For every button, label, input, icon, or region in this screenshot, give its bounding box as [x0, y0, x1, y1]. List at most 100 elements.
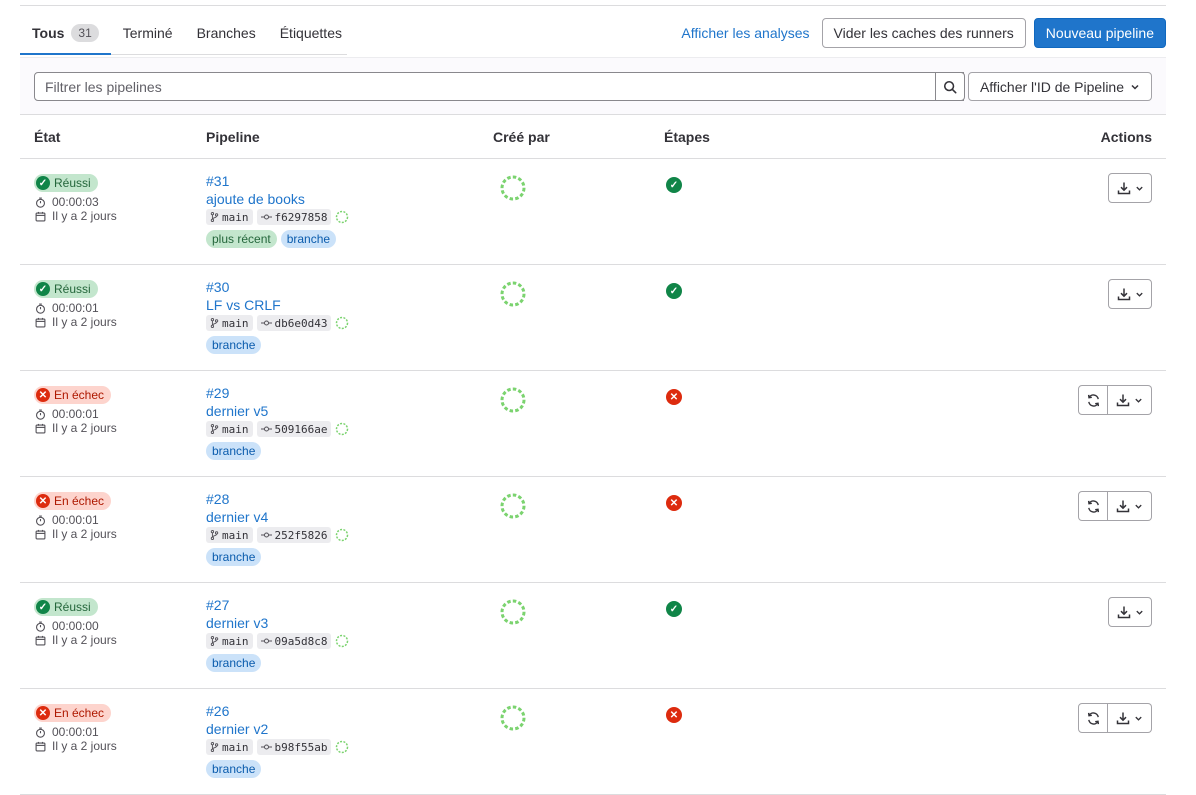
calendar-icon: [35, 529, 46, 539]
stage-status-icon[interactable]: ✕: [666, 707, 682, 723]
branch-ref[interactable]: main: [206, 527, 253, 543]
commit-ref[interactable]: 09a5d8c8: [256, 633, 332, 649]
timer-icon: [36, 515, 45, 526]
pipeline-title-link[interactable]: dernier v2: [206, 721, 268, 737]
creator-avatar[interactable]: [498, 597, 528, 627]
branch-icon: [210, 742, 219, 752]
creator-avatar[interactable]: [498, 385, 528, 415]
pipeline-tags: branche: [206, 548, 262, 566]
calendar-icon: [35, 741, 46, 751]
status-badge[interactable]: ✓ Réussi: [34, 598, 98, 616]
download-artifacts-dropdown[interactable]: [1108, 385, 1152, 415]
commit-ref[interactable]: 509166ae: [256, 421, 332, 437]
finished-value: Il y a 2 jours: [52, 633, 117, 647]
tab-finished[interactable]: Terminé: [111, 12, 185, 54]
pipeline-id-dropdown[interactable]: Afficher l'ID de Pipeline: [967, 72, 1152, 101]
pipeline-id-link[interactable]: #31: [206, 173, 229, 189]
branch-ref[interactable]: main: [206, 209, 253, 225]
commit-icon: [260, 638, 272, 644]
download-artifacts-dropdown[interactable]: [1108, 279, 1152, 309]
pipeline-id-link[interactable]: #30: [206, 279, 229, 295]
commit-author-avatar-icon[interactable]: [335, 316, 349, 330]
timer-icon: [36, 727, 45, 738]
status-badge[interactable]: ✕ En échec: [34, 704, 112, 722]
duration: 00:00:01: [35, 407, 99, 421]
new-pipeline-button[interactable]: Nouveau pipeline: [1033, 18, 1166, 48]
commit-sha: f6297858: [274, 210, 328, 224]
duration-value: 00:00:03: [52, 195, 99, 209]
commit-sha: 09a5d8c8: [274, 634, 328, 648]
download-artifacts-dropdown[interactable]: [1108, 173, 1152, 203]
stage-status-icon[interactable]: ✓: [666, 177, 682, 193]
clear-runner-caches-button[interactable]: Vider les caches des runners: [821, 18, 1026, 48]
pipeline-id-link[interactable]: #27: [206, 597, 229, 613]
creator-avatar[interactable]: [498, 279, 528, 309]
duration-value: 00:00:00: [52, 619, 99, 633]
pipeline-title-link[interactable]: dernier v4: [206, 509, 268, 525]
retry-button[interactable]: [1078, 703, 1108, 733]
tab-all[interactable]: Tous 31: [20, 12, 111, 55]
view-analytics-link[interactable]: Afficher les analyses: [677, 25, 813, 41]
pipeline-id-link[interactable]: #28: [206, 491, 229, 507]
table-row: ✓ Réussi 00:00:00 Il y a 2 jours #27 der…: [20, 583, 1166, 689]
status-badge[interactable]: ✓ Réussi: [34, 280, 98, 298]
commit-author-avatar-icon[interactable]: [335, 740, 349, 754]
branch-icon: [210, 212, 219, 222]
creator-avatar[interactable]: [498, 173, 528, 203]
pipeline-title-link[interactable]: ajoute de books: [206, 191, 305, 207]
stage-status-icon[interactable]: ✕: [666, 495, 682, 511]
stage-status-icon[interactable]: ✕: [666, 389, 682, 405]
status-badge[interactable]: ✓ Réussi: [34, 174, 98, 192]
download-artifacts-dropdown[interactable]: [1108, 703, 1152, 733]
branch-ref[interactable]: main: [206, 315, 253, 331]
branch-ref[interactable]: main: [206, 633, 253, 649]
finished-value: Il y a 2 jours: [52, 209, 117, 223]
retry-button[interactable]: [1078, 385, 1108, 415]
pipeline-title-link[interactable]: dernier v3: [206, 615, 268, 631]
pipeline-title-link[interactable]: LF vs CRLF: [206, 297, 281, 313]
stage-status-icon[interactable]: ✓: [666, 283, 682, 299]
commit-ref[interactable]: 252f5826: [256, 527, 332, 543]
download-icon: [1116, 500, 1130, 513]
status-badge[interactable]: ✕ En échec: [34, 386, 112, 404]
tab-branches[interactable]: Branches: [185, 12, 268, 54]
download-artifacts-dropdown[interactable]: [1108, 491, 1152, 521]
table-row: ✓ Réussi 00:00:01 Il y a 2 jours #30 LF …: [20, 265, 1166, 371]
calendar-icon: [35, 317, 46, 327]
commit-ref[interactable]: f6297858: [256, 209, 332, 225]
filter-pipelines-input[interactable]: Filtrer les pipelines: [34, 72, 964, 101]
commit-ref[interactable]: b98f55ab: [256, 739, 332, 755]
creator-avatar[interactable]: [498, 703, 528, 733]
commit-author-avatar-icon[interactable]: [335, 422, 349, 436]
duration: 00:00:01: [35, 725, 99, 739]
pipeline-title-link[interactable]: dernier v5: [206, 403, 268, 419]
finished-value: Il y a 2 jours: [52, 527, 117, 541]
tab-tags[interactable]: Étiquettes: [268, 12, 354, 54]
download-icon: [1116, 394, 1130, 407]
commit-ref[interactable]: db6e0d43: [256, 315, 332, 331]
pipeline-tags: branche: [206, 654, 262, 672]
duration: 00:00:01: [35, 513, 99, 527]
pipeline-id-link[interactable]: #29: [206, 385, 229, 401]
pipeline-tags: branche: [206, 442, 262, 460]
stage-status-icon[interactable]: ✓: [666, 601, 682, 617]
pipeline-id-link[interactable]: #26: [206, 703, 229, 719]
commit-author-avatar-icon[interactable]: [335, 210, 349, 224]
pipeline-refs: main b98f55ab: [206, 739, 349, 755]
column-stages: Étapes: [664, 129, 710, 145]
calendar-icon: [35, 635, 46, 645]
creator-avatar[interactable]: [498, 491, 528, 521]
commit-sha: 509166ae: [274, 422, 328, 436]
column-pipeline: Pipeline: [206, 129, 260, 145]
status-icon: ✓: [36, 282, 50, 296]
branch-ref[interactable]: main: [206, 421, 253, 437]
commit-author-avatar-icon[interactable]: [335, 634, 349, 648]
pipelines-tabs-bar: Tous 31 Terminé Branches Étiquettes Affi…: [20, 12, 1166, 56]
retry-button[interactable]: [1078, 491, 1108, 521]
download-artifacts-dropdown[interactable]: [1108, 597, 1152, 627]
status-badge[interactable]: ✕ En échec: [34, 492, 112, 510]
commit-author-avatar-icon[interactable]: [335, 528, 349, 542]
branch-ref[interactable]: main: [206, 739, 253, 755]
filter-search-button[interactable]: [935, 72, 965, 101]
download-icon: [1117, 606, 1130, 619]
